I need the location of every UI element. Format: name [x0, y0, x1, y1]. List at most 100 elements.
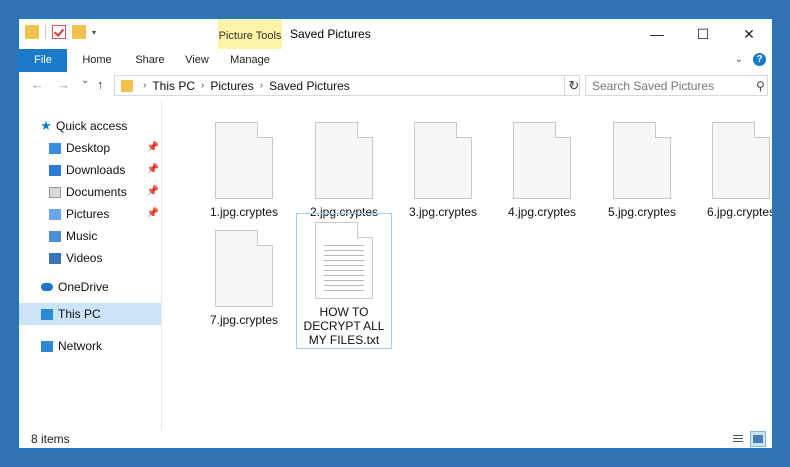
- sidebar-item-label: Documents: [66, 185, 127, 199]
- network-icon: [41, 340, 53, 352]
- maximize-button[interactable]: ☐: [680, 19, 726, 49]
- documents-icon: [49, 186, 61, 198]
- file-item[interactable]: 5.jpg.cryptes: [594, 114, 690, 219]
- computer-icon: [41, 308, 53, 320]
- status-bar: 8 items: [19, 430, 772, 448]
- file-name: 7.jpg.cryptes: [209, 313, 279, 327]
- file-item[interactable]: 4.jpg.cryptes: [494, 114, 590, 219]
- videos-icon: [49, 252, 61, 264]
- sidebar-item-label: Network: [58, 339, 103, 353]
- file-item[interactable]: HOW TO DECRYPT ALL MY FILES.txt: [296, 213, 392, 349]
- sidebar-item-label: Quick access: [56, 119, 128, 133]
- picture-tools-label: Picture Tools: [218, 19, 282, 49]
- search-icon[interactable]: ⚲: [756, 79, 765, 93]
- back-arrow-icon[interactable]: ←: [31, 77, 44, 92]
- file-icon: [712, 122, 770, 199]
- file-item[interactable]: 2.jpg.cryptes: [296, 114, 392, 219]
- customize-toolbar-chevron-icon[interactable]: ▾: [92, 28, 96, 37]
- tab-view[interactable]: View: [175, 49, 219, 72]
- file-name: 5.jpg.cryptes: [607, 205, 677, 219]
- cloud-icon: [41, 283, 53, 291]
- navigation-pane: ★ Quick access Desktop 📌 Downloads 📌 Doc…: [19, 100, 161, 430]
- sidebar-item-network[interactable]: Network: [41, 335, 102, 357]
- sidebar-item-label: This PC: [58, 307, 101, 321]
- file-icon: [315, 122, 373, 199]
- breadcrumb-chevron-icon[interactable]: ›: [260, 80, 263, 91]
- new-folder-icon[interactable]: [72, 25, 86, 39]
- desktop-icon: [49, 142, 61, 154]
- file-icon: [215, 230, 273, 307]
- sidebar-item-label: Desktop: [66, 141, 111, 155]
- forward-arrow-icon[interactable]: →: [57, 77, 70, 92]
- search-input[interactable]: [590, 77, 754, 94]
- sidebar-item-label: Videos: [66, 251, 103, 265]
- tab-file[interactable]: File: [19, 49, 67, 72]
- file-item[interactable]: 1.jpg.cryptes: [196, 114, 292, 219]
- pin-icon[interactable]: 📌: [147, 203, 159, 225]
- ribbon-tabs: File Home Share View Manage ⌄ ?: [19, 49, 772, 73]
- large-icons-view-button[interactable]: [750, 431, 766, 447]
- sidebar-item-onedrive[interactable]: OneDrive: [41, 276, 109, 298]
- large-icons-view-icon: [753, 435, 763, 443]
- music-icon: [49, 230, 61, 242]
- title-bar: ▾ Picture Tools Saved Pictures — ☐ ✕: [19, 19, 772, 49]
- tab-home[interactable]: Home: [71, 49, 123, 72]
- tab-manage[interactable]: Manage: [218, 49, 282, 72]
- breadcrumb-this-pc[interactable]: This PC: [152, 79, 195, 93]
- search-box[interactable]: ⚲: [585, 75, 768, 96]
- file-list: 1.jpg.cryptes 2.jpg.cryptes 3.jpg.crypte…: [162, 100, 773, 430]
- tab-share[interactable]: Share: [125, 49, 175, 72]
- sidebar-item-music[interactable]: Music: [49, 225, 97, 247]
- window-title: Saved Pictures: [290, 27, 371, 41]
- explorer-window: ▾ Picture Tools Saved Pictures — ☐ ✕ Fil…: [18, 18, 773, 449]
- file-name: 4.jpg.cryptes: [507, 205, 577, 219]
- expand-ribbon-chevron-icon[interactable]: ⌄: [735, 54, 743, 65]
- folder-icon[interactable]: [25, 25, 39, 39]
- sidebar-item-this-pc[interactable]: This PC: [41, 303, 101, 325]
- breadcrumb-chevron-icon[interactable]: ›: [143, 80, 146, 91]
- file-item[interactable]: 6.jpg.cryptes: [693, 114, 773, 219]
- pin-icon[interactable]: 📌: [147, 181, 159, 203]
- star-icon: ★: [40, 118, 52, 133]
- pin-icon[interactable]: 📌: [147, 159, 159, 181]
- sidebar-item-quick-access[interactable]: ★ Quick access: [39, 115, 127, 137]
- file-name: 6.jpg.cryptes: [706, 205, 773, 219]
- sidebar-item-label: Pictures: [66, 207, 110, 221]
- file-name: HOW TO DECRYPT ALL MY FILES.txt: [303, 305, 385, 347]
- sidebar-item-downloads[interactable]: Downloads 📌: [49, 159, 159, 181]
- file-icon: [215, 122, 273, 199]
- breadcrumb-chevron-icon[interactable]: ›: [201, 80, 204, 91]
- sidebar-item-label: OneDrive: [58, 280, 109, 294]
- item-count: 8 items: [31, 432, 70, 446]
- refresh-icon[interactable]: ↻: [564, 75, 583, 96]
- sidebar-item-desktop[interactable]: Desktop 📌: [49, 137, 159, 159]
- file-icon: [414, 122, 472, 199]
- recent-locations-chevron-icon[interactable]: ⌄: [81, 75, 89, 86]
- file-name: 3.jpg.cryptes: [408, 205, 478, 219]
- toolbar-divider: [45, 25, 46, 39]
- sidebar-item-label: Downloads: [66, 163, 126, 177]
- details-view-icon: [733, 435, 743, 443]
- breadcrumb-saved-pictures[interactable]: Saved Pictures: [269, 79, 350, 93]
- navigation-bar: ← → ⌄ ↑ › This PC › Pictures › Saved Pic…: [19, 72, 772, 100]
- this-pc-icon: [121, 79, 133, 92]
- sidebar-item-pictures[interactable]: Pictures 📌: [49, 203, 159, 225]
- properties-icon[interactable]: [52, 25, 66, 39]
- pin-icon[interactable]: 📌: [147, 137, 159, 159]
- window-controls: — ☐ ✕: [634, 19, 772, 49]
- sidebar-item-documents[interactable]: Documents 📌: [49, 181, 159, 203]
- details-view-button[interactable]: [730, 431, 746, 447]
- address-bar[interactable]: › This PC › Pictures › Saved Pictures ⌄: [114, 75, 580, 96]
- help-icon[interactable]: ?: [753, 53, 766, 66]
- file-item[interactable]: 7.jpg.cryptes: [196, 222, 292, 327]
- breadcrumb-pictures[interactable]: Pictures: [210, 79, 253, 93]
- file-icon: [613, 122, 671, 199]
- ribbon-right-controls: ⌄ ?: [735, 53, 766, 66]
- close-button[interactable]: ✕: [726, 19, 772, 49]
- sidebar-item-videos[interactable]: Videos: [49, 247, 102, 269]
- up-arrow-icon[interactable]: ↑: [97, 77, 104, 92]
- minimize-button[interactable]: —: [634, 19, 680, 49]
- quick-access-toolbar: ▾: [25, 25, 96, 39]
- file-item[interactable]: 3.jpg.cryptes: [395, 114, 491, 219]
- file-name: 1.jpg.cryptes: [209, 205, 279, 219]
